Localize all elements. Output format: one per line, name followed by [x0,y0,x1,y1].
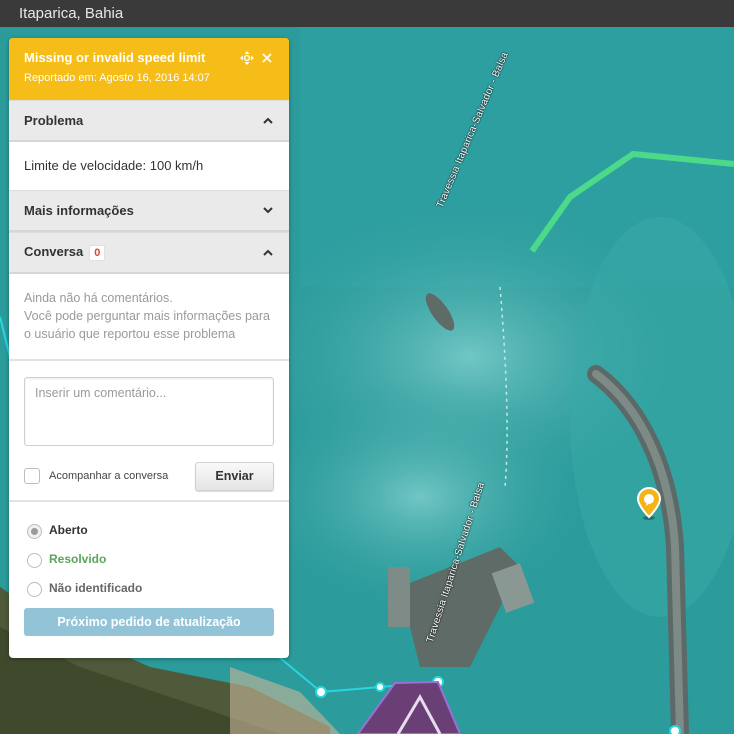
section-more-info-label: Mais informações [24,203,134,218]
section-conversa-label: Conversa [24,244,84,259]
section-problema[interactable]: Problema [9,100,289,142]
no-comments-message: Ainda não há comentários. Você pode perg… [9,274,289,361]
issue-panel: Missing or invalid speed limit Reportado… [9,38,289,658]
follow-checkbox[interactable] [24,468,40,484]
comment-form: Acompanhar a conversa Enviar [9,361,289,491]
move-icon[interactable] [239,50,255,66]
status-nao-identificado-label: Não identificado [49,580,143,595]
map-pin-icon[interactable] [635,487,663,521]
status-option-nao-identificado[interactable]: Não identificado [27,573,274,602]
location-bar: Itaparica, Bahia [0,0,734,27]
send-button[interactable]: Enviar [195,461,274,491]
comment-count-badge: 0 [89,245,106,261]
issue-title: Missing or invalid speed limit [24,50,206,65]
close-icon[interactable] [259,50,275,66]
no-comments-text: Ainda não há comentários. [24,291,173,305]
reported-date: Reportado em: Agosto 16, 2016 14:07 [24,72,210,84]
status-options: Aberto Resolvido Não identificado [9,502,289,602]
chevron-up-icon [262,115,274,127]
radio-resolvido[interactable] [27,553,42,568]
issue-header: Missing or invalid speed limit Reportado… [9,38,289,100]
radio-nao-identificado[interactable] [27,582,42,597]
location-title: Itaparica, Bahia [19,5,124,22]
radio-aberto[interactable] [27,524,42,539]
problem-details: Limite de velocidade: 100 km/h [9,142,289,190]
status-aberto-label: Aberto [49,522,88,537]
section-problema-label: Problema [24,113,84,128]
follow-conversation[interactable]: Acompanhar a conversa [24,468,168,484]
no-comments-hint: Você pode perguntar mais informações par… [24,309,270,341]
chevron-down-icon [262,205,274,217]
chevron-up-icon [262,247,274,259]
status-option-resolvido[interactable]: Resolvido [27,544,274,573]
next-request-button[interactable]: Próximo pedido de atualização [24,608,274,636]
status-option-aberto[interactable]: Aberto [27,515,274,544]
section-conversa-title: Conversa 0 [24,244,106,261]
section-mais-informacoes[interactable]: Mais informações [9,190,289,232]
comment-input[interactable] [24,377,274,446]
section-conversa[interactable]: Conversa 0 [9,232,289,274]
follow-row: Acompanhar a conversa Enviar [24,461,274,491]
speed-limit-text: Limite de velocidade: 100 km/h [24,158,204,173]
follow-label: Acompanhar a conversa [49,470,169,482]
status-resolvido-label: Resolvido [49,551,107,566]
